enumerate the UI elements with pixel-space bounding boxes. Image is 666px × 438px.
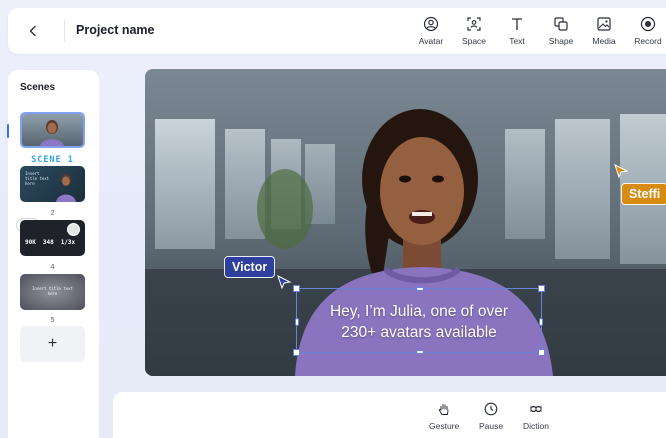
scene-label-2: 2 — [50, 208, 55, 217]
space-tool-button[interactable]: Space — [454, 16, 494, 50]
gesture-button[interactable]: Gesture — [429, 402, 459, 431]
text-icon — [512, 18, 522, 30]
scene-label-5: 5 — [50, 315, 55, 324]
gesture-icon — [439, 404, 449, 415]
caption-text[interactable]: Hey, I’m Julia, one of over 230+ avatars… — [297, 301, 541, 343]
caption-text-box[interactable]: Hey, I’m Julia, one of over 230+ avatars… — [293, 285, 545, 356]
scene-label-4: 4 — [50, 262, 55, 271]
scene-label-1: SCENE 1 — [31, 155, 74, 165]
scene-thumbnail-1[interactable] — [20, 112, 85, 148]
cursor-victor-icon — [277, 275, 292, 290]
stat-value: 1/3x — [60, 239, 76, 246]
caption-line-2: 230+ avatars available — [341, 324, 497, 341]
collaborator-tag-steffi: Steffi — [621, 183, 666, 205]
record-tool-label: Record — [634, 36, 662, 46]
text-tool-button[interactable]: Text — [497, 16, 537, 50]
scene-5-title-text: Insert title text here — [32, 286, 73, 296]
scene-thumbnail-5[interactable]: Insert title text here — [20, 274, 85, 310]
text-tool-label: Text — [509, 36, 525, 46]
bottom-toolbar: Gesture Pause Diction — [113, 392, 666, 438]
video-canvas[interactable]: Hey, I’m Julia, one of over 230+ avatars… — [145, 69, 666, 376]
media-tool-label: Media — [592, 36, 616, 46]
pause-label: Pause — [479, 421, 504, 431]
chevron-left-icon — [29, 25, 36, 37]
top-toolbar: Project name Avatar Space Text Shape Med… — [8, 8, 666, 54]
scene-2-title-text: Insert title text here — [25, 171, 50, 186]
space-icon — [467, 17, 481, 31]
stat-value: 348 — [42, 239, 54, 246]
resize-handle-right[interactable] — [539, 318, 543, 326]
shape-icon — [554, 17, 568, 31]
avatar-tool-label: Avatar — [418, 36, 444, 46]
caption-line-1: Hey, I’m Julia, one of over — [329, 303, 509, 320]
resize-handle-bottom[interactable] — [416, 350, 424, 354]
resize-handle-top-right[interactable] — [538, 285, 545, 292]
avatar-thumbnail-image — [56, 174, 76, 202]
space-tool-label: Space — [461, 36, 487, 46]
diction-label: Diction — [523, 421, 549, 431]
plus-icon: + — [47, 335, 58, 352]
scenes-panel: Scenes SCENE 1 Insert title text here 2 … — [7, 70, 99, 438]
back-button[interactable] — [22, 20, 44, 42]
project-name[interactable]: Project name — [76, 23, 155, 37]
gesture-label: Gesture — [429, 421, 460, 431]
avatar — [67, 223, 80, 236]
record-icon — [640, 16, 656, 32]
scene-4-stats: 90K 348 1/3x — [25, 239, 75, 246]
pause-clock-icon — [484, 402, 498, 416]
resize-handle-left[interactable] — [295, 318, 299, 326]
cursor-steffi-icon — [614, 164, 629, 179]
scene-thumbnail-4[interactable]: 90K 348 1/3x — [20, 220, 85, 256]
avatar-icon — [423, 16, 439, 32]
add-scene-button[interactable]: + — [20, 326, 85, 362]
shape-tool-label: Shape — [548, 36, 574, 46]
media-tool-button[interactable]: Media — [584, 16, 624, 50]
avatar-tool-button[interactable]: Avatar — [411, 16, 451, 50]
resize-handle-top[interactable] — [416, 287, 424, 291]
diction-button[interactable]: Diction — [523, 402, 549, 431]
toolbar-divider — [64, 20, 65, 42]
scene-thumbnail-2[interactable]: Insert title text here — [20, 166, 85, 202]
media-icon — [597, 17, 611, 31]
collaborator-tag-victor: Victor — [224, 256, 276, 278]
stat-value: 90K — [25, 239, 36, 246]
scenes-title: Scenes — [20, 82, 56, 93]
resize-handle-bottom-right[interactable] — [538, 349, 545, 356]
resize-handle-top-left[interactable] — [293, 285, 300, 292]
resize-handle-bottom-left[interactable] — [293, 349, 300, 356]
diction-icon — [529, 405, 542, 413]
shape-tool-button[interactable]: Shape — [541, 16, 581, 50]
record-tool-button[interactable]: Record — [628, 16, 666, 50]
pause-button[interactable]: Pause — [479, 402, 503, 431]
avatar-thumbnail-image — [40, 120, 64, 146]
active-scene-indicator — [7, 124, 9, 138]
